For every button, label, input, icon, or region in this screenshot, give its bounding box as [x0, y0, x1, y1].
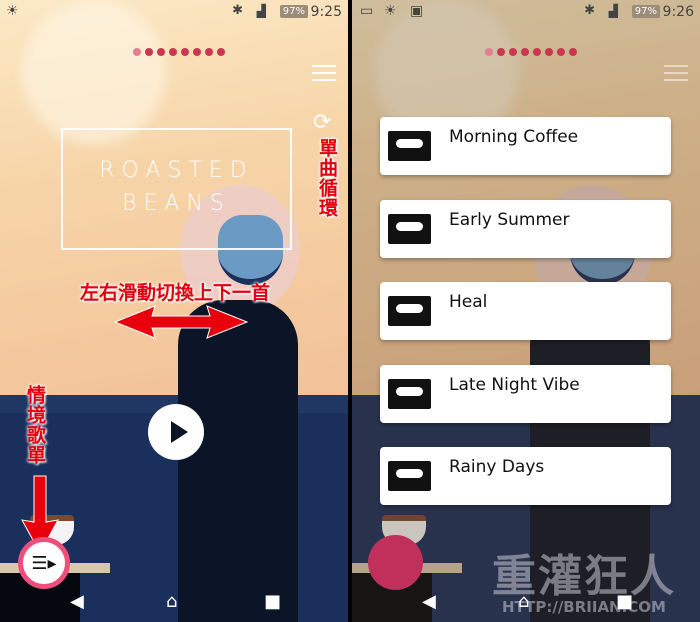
clock: 9:26 — [662, 4, 694, 20]
page-dot[interactable] — [569, 48, 577, 56]
playlist-name: Rainy Days — [449, 457, 545, 477]
page-dot[interactable] — [521, 48, 529, 56]
battery-indicator: 97% — [631, 5, 660, 18]
annotation-playlist: 情境歌單 — [24, 385, 46, 465]
playlist-button[interactable]: ☰▸ — [18, 537, 70, 589]
page-dot[interactable] — [509, 48, 517, 56]
menu-icon[interactable] — [664, 65, 688, 81]
nav-back-icon[interactable]: ◀ — [422, 591, 436, 612]
image-icon: ▣ — [410, 3, 424, 19]
playlist-screen: ▭ ☀ ▣ ✱ ▟ 97% 9:26 Morning Coffee Early … — [352, 0, 700, 622]
playlist-name: Heal — [449, 292, 488, 312]
double-arrow — [113, 305, 249, 339]
brightness-icon: ☀ — [384, 3, 397, 19]
page-indicator[interactable] — [485, 48, 577, 56]
page-dot[interactable] — [533, 48, 541, 56]
nav-home-icon[interactable]: ⌂ — [166, 591, 177, 612]
signal-icon: ▟ — [608, 4, 618, 18]
playlist-item[interactable]: Morning Coffee — [380, 117, 671, 175]
playlist-name: Morning Coffee — [449, 127, 579, 147]
nav-recents-icon[interactable]: ■ — [616, 591, 633, 612]
cassette-icon — [388, 131, 431, 161]
playlist-name: Early Summer — [449, 210, 570, 230]
bluetooth-icon: ✱ — [584, 3, 595, 18]
cassette-icon — [388, 379, 431, 409]
playlist-item[interactable]: Rainy Days — [380, 447, 671, 505]
cassette-icon — [388, 296, 431, 326]
playlist-item[interactable]: Late Night Vibe — [380, 365, 671, 423]
screen-icon: ▭ — [360, 3, 374, 19]
page-dot[interactable] — [545, 48, 553, 56]
nav-recents-icon[interactable]: ■ — [264, 591, 281, 612]
nav-back-icon[interactable]: ◀ — [70, 591, 84, 612]
page-dot[interactable] — [485, 48, 493, 56]
playlist-item[interactable]: Heal — [380, 282, 671, 340]
annotation-arrows — [21, 305, 249, 555]
page-dot[interactable] — [497, 48, 505, 56]
play-button[interactable] — [148, 404, 204, 460]
playlist-play-icon: ☰▸ — [31, 552, 57, 574]
nav-home-icon[interactable]: ⌂ — [518, 591, 529, 612]
playlist-item[interactable]: Early Summer — [380, 200, 671, 258]
cassette-icon — [388, 461, 431, 491]
page-dot[interactable] — [557, 48, 565, 56]
playlist-button-active[interactable] — [368, 535, 423, 590]
status-bar: ▭ ☀ ▣ ✱ ▟ 97% 9:26 — [352, 0, 700, 24]
player-screen: ☀ ✱ ▟ 97% 9:25 ⟳ ROASTED BEANS 單曲循環 左右滑動… — [0, 0, 348, 622]
playlist-name: Late Night Vibe — [449, 375, 580, 395]
cassette-icon — [388, 214, 431, 244]
